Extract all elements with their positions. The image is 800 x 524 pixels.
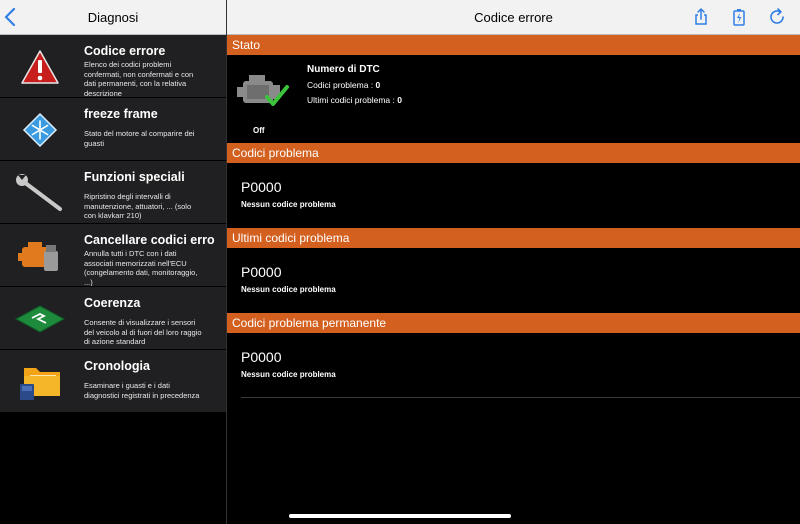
section-header-ultimi-codici: Ultimi codici problema — [227, 228, 800, 248]
code-item[interactable]: P0000 Nessun codice problema — [227, 248, 800, 313]
share-icon[interactable] — [692, 8, 710, 26]
dtc-summary: Numero di DTC Codici problema : 0 Ultimi… — [307, 64, 402, 105]
engine-brush-icon — [14, 236, 66, 276]
stato-panel: Off Numero di DTC Codici problema : 0 Ul… — [227, 55, 800, 143]
coherence-icon — [14, 299, 66, 339]
section-header-codici-permanente: Codici problema permanente — [227, 313, 800, 333]
sidebar-item-title: Cronologia — [84, 359, 150, 373]
page-title: Codice errore — [474, 9, 553, 25]
sidebar-item-codice-errore[interactable]: Codice errore Elenco dei codici problemi… — [0, 35, 226, 98]
sidebar-item-desc: Stato del motore al comparire dei guasti — [84, 129, 195, 148]
sidebar: Diagnosi Codice errore Elenco dei codici… — [0, 0, 227, 524]
sidebar-item-funzioni-speciali[interactable]: Funzioni speciali Ripristino degli inter… — [0, 161, 226, 224]
code-value: P0000 — [241, 179, 282, 195]
snowflake-icon — [14, 110, 66, 150]
main-panel: Codice errore Stato Off Numero di DTC Co… — [227, 0, 800, 524]
engine-check-icon — [235, 69, 291, 113]
sidebar-item-title: Codice errore — [84, 44, 166, 58]
code-value: P0000 — [241, 264, 282, 280]
code-value: P0000 — [241, 349, 282, 365]
sidebar-header: Diagnosi — [0, 0, 226, 35]
sidebar-item-desc: Annulla tutti i DTC con i dati associati… — [84, 249, 198, 287]
folder-icon — [14, 362, 66, 402]
battery-bolt-icon[interactable] — [730, 8, 748, 26]
back-button[interactable] — [4, 6, 20, 28]
refresh-icon[interactable] — [768, 8, 786, 26]
dtc-codes-label: Codici problema : — [307, 80, 376, 90]
divider — [241, 397, 800, 398]
chevron-left-icon — [4, 7, 16, 27]
code-item[interactable]: P0000 Nessun codice problema — [227, 333, 800, 398]
sidebar-item-title: Coerenza — [84, 296, 141, 310]
wrench-icon — [14, 173, 66, 213]
sidebar-item-title: Cancellare codici erro — [84, 233, 215, 247]
sidebar-item-desc: Elenco dei codici problemi confermati, n… — [84, 60, 194, 98]
sidebar-item-freeze-frame[interactable]: freeze frame Stato del motore al compari… — [0, 98, 226, 161]
app-root: Diagnosi Codice errore Elenco dei codici… — [0, 0, 800, 524]
sidebar-item-coerenza[interactable]: Coerenza Consente di visualizzare i sens… — [0, 287, 226, 350]
header-actions — [692, 8, 786, 26]
code-item[interactable]: P0000 Nessun codice problema — [227, 163, 800, 228]
dtc-last-value: 0 — [397, 95, 402, 105]
sidebar-item-title: Funzioni speciali — [84, 170, 185, 184]
sidebar-item-cronologia[interactable]: Cronologia Esaminare i guasti e i dati d… — [0, 350, 226, 413]
home-indicator[interactable] — [289, 514, 511, 518]
sidebar-item-cancellare-codici[interactable]: Cancellare codici erro Annulla tutti i D… — [0, 224, 226, 287]
sidebar-item-title: freeze frame — [84, 107, 158, 121]
sidebar-item-desc: Consente di visualizzare i sensori del v… — [84, 318, 202, 346]
code-desc: Nessun codice problema — [241, 370, 336, 379]
dtc-last-label: Ultimi codici problema : — [307, 95, 398, 105]
sidebar-list: Codice errore Elenco dei codici problemi… — [0, 35, 226, 413]
section-header-stato: Stato — [227, 35, 800, 55]
engine-status-label: Off — [253, 126, 265, 135]
section-header-codici-problema: Codici problema — [227, 143, 800, 163]
sidebar-item-desc: Ripristino degli intervalli di manutenzi… — [84, 192, 192, 220]
code-desc: Nessun codice problema — [241, 200, 336, 209]
warning-icon — [14, 47, 66, 87]
dtc-codes-row: Codici problema : 0 — [307, 80, 402, 90]
dtc-heading: Numero di DTC — [307, 64, 380, 75]
dtc-codes-value: 0 — [375, 80, 381, 90]
sidebar-item-desc: Esaminare i guasti e i dati diagnostici … — [84, 381, 200, 400]
sidebar-title: Diagnosi — [87, 9, 139, 25]
code-desc: Nessun codice problema — [241, 285, 336, 294]
main-header: Codice errore — [227, 0, 800, 35]
dtc-last-row: Ultimi codici problema : 0 — [307, 95, 402, 105]
